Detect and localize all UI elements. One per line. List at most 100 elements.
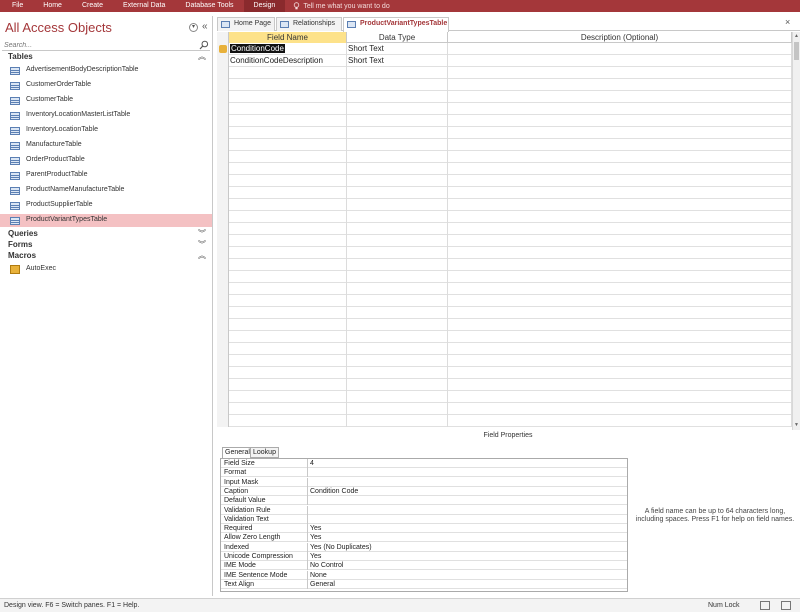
- property-value[interactable]: Yes: [307, 524, 627, 534]
- row-selector[interactable]: [217, 259, 229, 271]
- property-value[interactable]: General: [307, 579, 627, 589]
- nav-item-table[interactable]: ManufactureTable: [0, 139, 212, 152]
- table-row[interactable]: ConditionCode Short Text: [217, 43, 792, 55]
- field-name-cell[interactable]: [229, 343, 347, 355]
- data-type-cell[interactable]: [347, 79, 448, 91]
- description-cell[interactable]: [448, 247, 792, 259]
- row-selector[interactable]: [217, 343, 229, 355]
- row-selector[interactable]: [217, 103, 229, 115]
- field-name-cell[interactable]: [229, 331, 347, 343]
- data-type-cell[interactable]: [347, 139, 448, 151]
- tab-database-tools[interactable]: Database Tools: [175, 0, 243, 12]
- property-value[interactable]: None: [307, 570, 627, 580]
- data-type-cell[interactable]: [347, 175, 448, 187]
- table-row[interactable]: [217, 127, 792, 139]
- data-type-cell[interactable]: [347, 67, 448, 79]
- row-selector[interactable]: [217, 67, 229, 79]
- data-type-cell[interactable]: [347, 259, 448, 271]
- table-row[interactable]: [217, 115, 792, 127]
- property-value[interactable]: Condition Code: [307, 486, 627, 496]
- field-name-cell[interactable]: [229, 67, 347, 79]
- tab-design[interactable]: Design: [243, 0, 286, 12]
- row-selector[interactable]: [217, 115, 229, 127]
- tab-file[interactable]: File: [0, 0, 33, 12]
- nav-item-table[interactable]: CustomerOrderTable: [0, 79, 212, 92]
- data-type-cell[interactable]: [347, 271, 448, 283]
- field-name-cell[interactable]: [229, 139, 347, 151]
- nav-search-input[interactable]: [2, 40, 192, 51]
- row-selector[interactable]: [217, 223, 229, 235]
- data-type-cell[interactable]: [347, 91, 448, 103]
- field-name-cell[interactable]: [229, 319, 347, 331]
- nav-item-table[interactable]: InventoryLocationMasterListTable: [0, 109, 212, 122]
- data-type-cell[interactable]: Short Text: [347, 43, 448, 55]
- field-name-cell[interactable]: [229, 187, 347, 199]
- table-row[interactable]: [217, 283, 792, 295]
- table-row[interactable]: [217, 307, 792, 319]
- row-selector[interactable]: [217, 367, 229, 379]
- nav-title[interactable]: All Access Objects: [5, 20, 112, 35]
- description-cell[interactable]: [448, 151, 792, 163]
- table-row[interactable]: [217, 139, 792, 151]
- row-selector[interactable]: [217, 391, 229, 403]
- column-header-description[interactable]: Description (Optional): [448, 32, 792, 43]
- nav-item-table-selected[interactable]: ProductVariantTypesTable: [0, 214, 212, 227]
- table-row[interactable]: [217, 331, 792, 343]
- data-type-cell[interactable]: [347, 403, 448, 415]
- description-cell[interactable]: [448, 211, 792, 223]
- field-name-cell[interactable]: [229, 79, 347, 91]
- nav-item-table[interactable]: ParentProductTable: [0, 169, 212, 182]
- group-header-tables[interactable]: Tables ︽: [0, 52, 212, 63]
- table-row[interactable]: [217, 151, 792, 163]
- data-type-cell[interactable]: [347, 235, 448, 247]
- row-selector[interactable]: [217, 319, 229, 331]
- field-name-cell[interactable]: [229, 403, 347, 415]
- field-name-cell[interactable]: [229, 355, 347, 367]
- nav-item-table[interactable]: ProductNameManufactureTable: [0, 184, 212, 197]
- table-row[interactable]: [217, 343, 792, 355]
- doc-tab-relationships[interactable]: Relationships: [276, 17, 342, 31]
- nav-item-table[interactable]: AdvertisementBodyDescriptionTable: [0, 64, 212, 77]
- description-cell[interactable]: [448, 139, 792, 151]
- doc-tab-home-page[interactable]: Home Page: [217, 17, 275, 31]
- row-selector[interactable]: [217, 415, 229, 427]
- data-type-cell[interactable]: [347, 307, 448, 319]
- row-selector[interactable]: [217, 211, 229, 223]
- description-cell[interactable]: [448, 235, 792, 247]
- description-cell[interactable]: [448, 163, 792, 175]
- design-view-icon[interactable]: [781, 601, 791, 610]
- field-name-cell[interactable]: [229, 223, 347, 235]
- description-cell[interactable]: [448, 415, 792, 427]
- row-selector[interactable]: [217, 295, 229, 307]
- field-name-cell[interactable]: [229, 103, 347, 115]
- row-selector[interactable]: [217, 127, 229, 139]
- description-cell[interactable]: [448, 67, 792, 79]
- table-row[interactable]: [217, 271, 792, 283]
- table-row[interactable]: [217, 67, 792, 79]
- data-type-cell[interactable]: [347, 211, 448, 223]
- data-type-cell[interactable]: [347, 367, 448, 379]
- field-name-cell[interactable]: ConditionCodeDescription: [229, 55, 347, 67]
- row-selector[interactable]: [217, 235, 229, 247]
- row-selector[interactable]: [217, 271, 229, 283]
- description-cell[interactable]: [448, 91, 792, 103]
- data-type-cell[interactable]: [347, 319, 448, 331]
- field-name-cell[interactable]: [229, 235, 347, 247]
- field-name-cell[interactable]: [229, 151, 347, 163]
- doc-tab-productvarianttypestable[interactable]: ProductVariantTypesTable: [343, 17, 449, 32]
- data-type-cell[interactable]: [347, 223, 448, 235]
- table-row[interactable]: ConditionCodeDescription Short Text: [217, 55, 792, 67]
- group-header-macros[interactable]: Macros ︽: [0, 251, 212, 262]
- data-type-cell[interactable]: [347, 163, 448, 175]
- description-cell[interactable]: [448, 127, 792, 139]
- data-type-cell[interactable]: [347, 199, 448, 211]
- data-type-cell[interactable]: [347, 187, 448, 199]
- field-name-cell[interactable]: [229, 307, 347, 319]
- scroll-down-icon[interactable]: ▼: [794, 422, 799, 428]
- data-type-cell[interactable]: [347, 343, 448, 355]
- row-selector[interactable]: [217, 403, 229, 415]
- field-name-cell[interactable]: [229, 379, 347, 391]
- nav-item-table[interactable]: ProductSupplierTable: [0, 199, 212, 212]
- table-row[interactable]: [217, 379, 792, 391]
- tab-general[interactable]: General: [222, 447, 253, 458]
